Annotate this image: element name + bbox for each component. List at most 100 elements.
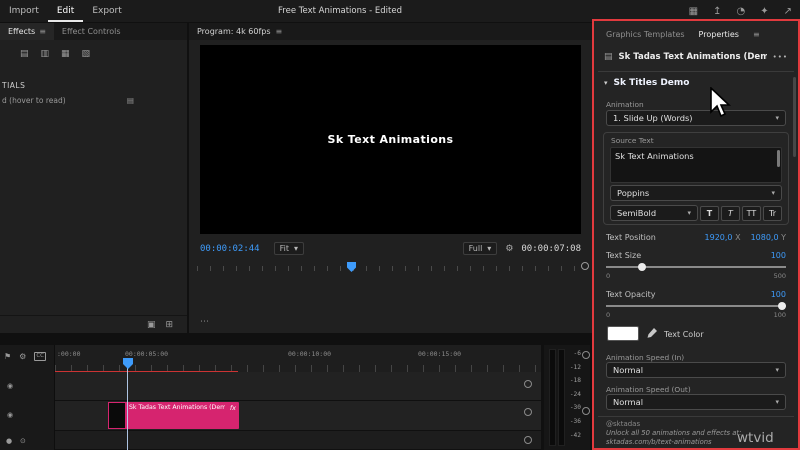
clip-leading-segment[interactable] [108, 402, 126, 429]
effects-footer: ▣ ⊞ [0, 315, 187, 333]
tab-graphics-templates[interactable]: Graphics Templates [606, 30, 685, 39]
bin-icon-3[interactable]: ▦ [61, 49, 70, 59]
timeline-playhead-line [127, 358, 128, 450]
section-title: Sk Titles Demo [613, 78, 690, 88]
bin-icon-2[interactable]: ▥ [41, 49, 50, 59]
eyedropper-icon[interactable] [647, 328, 657, 338]
opacity-min: 0 [606, 311, 611, 319]
new-bin-icon[interactable]: ⊞ [165, 320, 173, 330]
position-y-axis: Y [781, 233, 786, 242]
animation-label: Animation [606, 100, 644, 109]
scrubber-playhead[interactable] [347, 262, 356, 272]
speed-out-dropdown[interactable]: Normal ▾ [606, 394, 786, 410]
properties-tabbar: Graphics Templates Properties ≡ [596, 25, 796, 43]
font-family-value: Poppins [617, 188, 650, 198]
properties-panel: Graphics Templates Properties ≡ ▤ Sk Tad… [592, 19, 800, 450]
panel-menu-icon[interactable]: ≡ [39, 27, 46, 36]
ruler-label: 00:00:05:00 [125, 350, 169, 358]
source-text-input[interactable]: Sk Text Animations [610, 147, 782, 183]
track-v2-eye-icon[interactable]: ◉ [7, 382, 13, 390]
position-x-value[interactable]: 1920,0 [705, 233, 733, 242]
meter-knob[interactable] [582, 407, 590, 415]
all-caps-button[interactable]: TT [742, 206, 761, 221]
workspace-icon[interactable]: ▦ [689, 6, 698, 17]
bin-icon-1[interactable]: ▤ [20, 49, 29, 59]
position-y-value[interactable]: 1080,0 [751, 233, 779, 242]
section-sk-titles-demo[interactable]: ▾ Sk Titles Demo [604, 78, 689, 88]
track-a1-mic-icon[interactable]: ⊙ [20, 437, 26, 445]
progress-icon[interactable]: ◔ [736, 6, 745, 17]
size-min: 0 [606, 272, 611, 280]
bin-icon-4[interactable]: ▧ [82, 49, 91, 59]
track-knob[interactable] [524, 436, 532, 444]
faux-bold-button[interactable]: T [700, 206, 719, 221]
video-preview[interactable]: Sk Text Animations [200, 45, 581, 234]
text-opacity-value[interactable]: 100 [771, 290, 786, 299]
text-opacity-slider[interactable] [606, 301, 786, 310]
db-label: -6 [573, 350, 581, 357]
properties-panel-menu-icon[interactable]: ≡ [753, 30, 760, 39]
text-size-slider[interactable] [606, 262, 786, 271]
scrubber-end-circle[interactable] [581, 262, 589, 270]
small-caps-button[interactable]: Tr [763, 206, 782, 221]
preset-bin-icon[interactable]: ▤ [127, 96, 134, 105]
text-color-swatch[interactable] [607, 326, 639, 341]
program-options-icon[interactable]: ⋯ [200, 317, 210, 327]
maximize-icon[interactable]: ↗ [784, 6, 792, 17]
clip-fx-badge[interactable]: fx [230, 404, 236, 412]
ruler-label: :00:00 [57, 350, 81, 358]
promo-handle: @sktadas [606, 420, 641, 428]
source-text-value: Sk Text Animations [615, 151, 694, 161]
font-family-dropdown[interactable]: Poppins ▾ [610, 185, 782, 201]
timeline-settings-icon[interactable]: ⚙ [19, 352, 26, 361]
panel-scrollbar[interactable] [793, 77, 796, 157]
text-color-label: Text Color [664, 330, 704, 339]
text-size-value[interactable]: 100 [771, 251, 786, 260]
effects-tabbar: Effects ≡ Effect Controls [0, 23, 187, 40]
animation-value: 1. Slide Up (Words) [613, 113, 693, 123]
chevron-down-icon: ▾ [775, 398, 779, 406]
db-label: -18 [569, 377, 581, 385]
playback-resolution-dropdown[interactable]: Full ▾ [462, 242, 498, 255]
quick-export-icon[interactable]: ↥ [713, 6, 721, 17]
tab-properties[interactable]: Properties [699, 30, 739, 39]
program-scrubber[interactable] [197, 262, 589, 273]
marker-flag-icon[interactable]: ⚑ [4, 352, 11, 361]
animation-dropdown[interactable]: 1. Slide Up (Words) ▾ [606, 110, 786, 126]
program-panel-menu-icon[interactable]: ≡ [276, 27, 283, 36]
faux-italic-button[interactable]: T [721, 206, 740, 221]
preset-item[interactable]: d (hover to read) ▤ [2, 96, 182, 105]
font-style-dropdown[interactable]: SemiBold ▾ [610, 205, 698, 221]
fit-dropdown[interactable]: Fit ▾ [273, 242, 305, 255]
slider-handle[interactable] [638, 262, 647, 271]
track-v1-eye-icon[interactable]: ◉ [7, 411, 13, 419]
clip-body[interactable]: Sk Tadas Text Animations (Demo) fx [126, 402, 239, 429]
program-monitor-panel: Program: 4k 60fps ≡ Sk Text Animations 0… [189, 23, 593, 333]
ai-sparkle-icon[interactable]: ✦ [760, 6, 768, 17]
slider-handle[interactable] [778, 301, 786, 310]
preset-item-label: d (hover to read) [2, 96, 66, 105]
track-a1-mute-icon[interactable]: ● [6, 437, 12, 445]
chevron-down-icon: ▾ [687, 209, 691, 217]
captions-icon[interactable]: CC [34, 352, 47, 361]
textarea-scrollbar[interactable] [777, 150, 780, 167]
speed-out-value: Normal [613, 397, 644, 407]
slider-track[interactable] [606, 266, 786, 268]
fit-value: Fit [279, 244, 289, 253]
meter-knob[interactable] [582, 351, 590, 359]
tab-effects[interactable]: Effects ≡ [0, 23, 54, 40]
track-knob[interactable] [524, 408, 532, 416]
chevron-down-icon: ▾ [487, 244, 492, 253]
source-text-label: Source Text [611, 136, 654, 145]
wrench-icon[interactable]: ⚙ [505, 244, 513, 254]
track-knob[interactable] [524, 380, 532, 388]
current-timecode[interactable]: 00:00:02:44 [200, 244, 260, 254]
section-chevron-icon[interactable]: ▾ [604, 79, 608, 87]
more-options-icon[interactable]: ••• [773, 53, 788, 61]
folder-icon[interactable]: ▣ [147, 320, 156, 330]
resolution-value: Full [468, 244, 483, 253]
slider-track[interactable] [606, 305, 786, 307]
speed-in-dropdown[interactable]: Normal ▾ [606, 362, 786, 378]
text-size-range: 0 500 [606, 272, 786, 280]
tab-effect-controls[interactable]: Effect Controls [54, 23, 129, 40]
